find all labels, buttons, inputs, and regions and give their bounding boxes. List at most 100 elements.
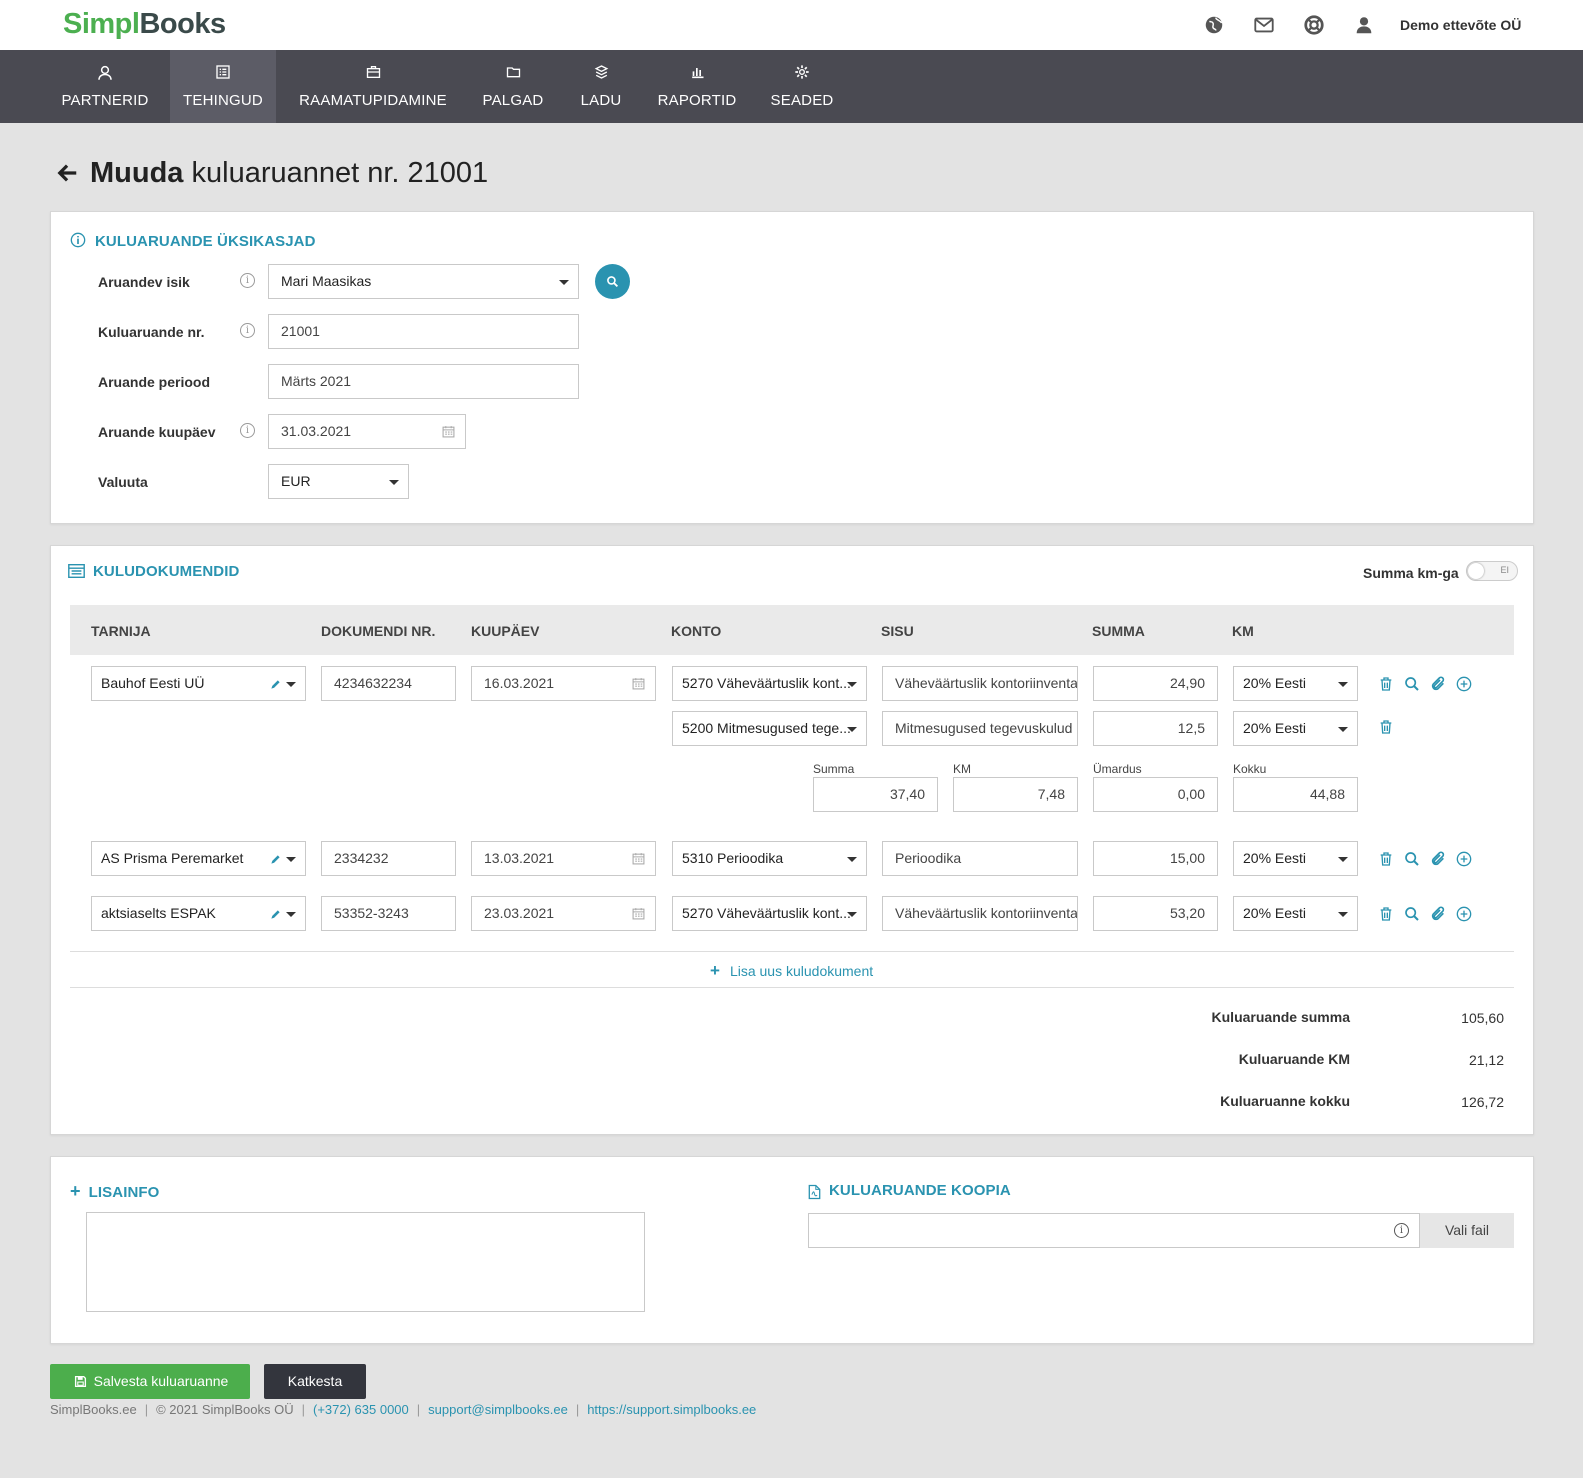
paperclip-icon[interactable] (1430, 851, 1446, 867)
col-sum: SUMMA (1092, 623, 1145, 639)
globe-icon[interactable] (1203, 14, 1225, 36)
content-input[interactable]: Perioodika (882, 841, 1078, 876)
company-name[interactable]: Demo ettevõte OÜ (1400, 17, 1521, 33)
date-value: 31.03.2021 (281, 423, 352, 439)
sum-input[interactable]: 15,00 (1093, 841, 1218, 876)
report-number-input[interactable]: 21001 (268, 314, 579, 349)
footer-support-link[interactable]: https://support.simplbooks.ee (587, 1402, 756, 1417)
vat-select[interactable]: 20% Eesti (1233, 841, 1358, 876)
paperclip-icon[interactable] (1430, 906, 1446, 922)
details-heading: KULUARUANDE ÜKSIKASJAD (95, 233, 316, 250)
add-document-link[interactable]: + Lisa uus kuludokument (710, 961, 873, 981)
plus-icon: + (70, 1181, 81, 1201)
docnr-input[interactable]: 53352-3243 (321, 896, 456, 931)
nav-palgad[interactable]: PALGAD (470, 50, 556, 123)
trash-icon[interactable] (1378, 906, 1394, 922)
footer-phone-link[interactable]: (+372) 635 0000 (313, 1402, 409, 1417)
footer: SimplBooks.ee | © 2021 SimplBooks OÜ | (+372… (50, 1402, 757, 1417)
subtotal-round-input[interactable]: 0,00 (1093, 777, 1218, 812)
date-value: 16.03.2021 (484, 675, 555, 691)
vat-toggle[interactable]: EI (1466, 561, 1518, 581)
sum-input[interactable]: 53,20 (1093, 896, 1218, 931)
file-path-input[interactable]: i (808, 1213, 1420, 1248)
content-input[interactable]: Väheväärtuslik kontoriinventa (882, 666, 1078, 701)
trash-icon[interactable] (1378, 851, 1394, 867)
info-icon[interactable]: i (240, 323, 255, 338)
chevron-down-icon (559, 280, 569, 285)
logo-part1: Simpl (63, 8, 140, 40)
info-icon[interactable]: i (1394, 1223, 1409, 1238)
add-circle-icon[interactable] (1456, 851, 1472, 867)
nav-seaded[interactable]: SEADED (758, 50, 846, 123)
add-circle-icon[interactable] (1456, 906, 1472, 922)
vat-select[interactable]: 20% Eesti (1233, 896, 1358, 931)
search-icon[interactable] (1404, 676, 1420, 692)
supplier-select[interactable]: AS Prisma Peremarket (91, 841, 306, 876)
currency-label: Valuuta (98, 474, 148, 490)
nav-raamatupidamine[interactable]: RAAMATUPIDAMINE (286, 50, 460, 123)
pencil-icon[interactable] (270, 909, 281, 920)
subtotal-sum-field: 37,40 (813, 777, 938, 812)
supplier-select[interactable]: Bauhof Eesti UÜ (91, 666, 306, 701)
doc-date-input[interactable]: 13.03.2021 (471, 841, 656, 876)
search-icon[interactable] (1404, 851, 1420, 867)
total-sum-value: 105,60 (1461, 1010, 1504, 1026)
extra-heading: + LISAINFO (70, 1181, 159, 1202)
trash-icon[interactable] (1378, 676, 1394, 692)
account-select[interactable]: 5270 Väheväärtuslik kont... (672, 896, 867, 931)
nav-partnerid[interactable]: PARTNERID (50, 50, 160, 123)
person-select[interactable]: Mari Maasikas (268, 264, 579, 299)
user-icon[interactable] (1353, 14, 1375, 36)
calendar-icon[interactable] (632, 907, 645, 920)
nav-ladu[interactable]: LADU (566, 50, 636, 123)
doc-date-input[interactable]: 23.03.2021 (471, 896, 656, 931)
account-select[interactable]: 5310 Perioodika (672, 841, 867, 876)
supplier-select[interactable]: aktsiaselts ESPAK (91, 896, 306, 931)
docnr-input[interactable]: 4234632234 (321, 666, 456, 701)
choose-file-button[interactable]: Vali fail (1420, 1213, 1514, 1248)
calendar-icon[interactable] (442, 425, 455, 438)
chevron-down-icon (847, 857, 857, 862)
account-select[interactable]: 5200 Mitmesugused tege... (672, 711, 867, 746)
supplier-value: AS Prisma Peremarket (101, 850, 244, 866)
period-input[interactable]: Märts 2021 (268, 364, 579, 399)
list-icon (216, 65, 230, 79)
account-select[interactable]: 5270 Väheväärtuslik kont... (672, 666, 867, 701)
save-button[interactable]: Salvesta kuluaruanne (50, 1364, 250, 1399)
lifebuoy-icon[interactable] (1303, 14, 1325, 36)
pencil-icon[interactable] (270, 679, 281, 690)
content-input[interactable]: Väheväärtuslik kontoriinventa (882, 896, 1078, 931)
search-icon[interactable] (1404, 906, 1420, 922)
trash-icon[interactable] (1378, 719, 1394, 735)
calendar-icon[interactable] (632, 677, 645, 690)
nav-tehingud[interactable]: TEHINGUD (170, 50, 276, 123)
cancel-button[interactable]: Katkesta (264, 1364, 366, 1399)
content-input[interactable]: Mitmesugused tegevuskulud (882, 711, 1078, 746)
mail-icon[interactable] (1253, 14, 1275, 36)
paperclip-icon[interactable] (1430, 676, 1446, 692)
total-km-value: 21,12 (1468, 1052, 1504, 1068)
calendar-icon[interactable] (632, 852, 645, 865)
pencil-icon[interactable] (270, 854, 281, 865)
search-person-button[interactable] (595, 264, 630, 299)
doc-date-input[interactable]: 16.03.2021 (471, 666, 656, 701)
vat-select[interactable]: 20% Eesti (1233, 666, 1358, 701)
footer-email-link[interactable]: support@simplbooks.ee (428, 1402, 568, 1417)
boxes-icon (594, 65, 608, 79)
sum-input[interactable]: 12,5 (1093, 711, 1218, 746)
nav-raportid[interactable]: RAPORTID (646, 50, 748, 123)
back-arrow-icon[interactable] (57, 162, 79, 184)
currency-select[interactable]: EUR (268, 464, 409, 499)
docnr-input[interactable]: 2334232 (321, 841, 456, 876)
sum-input[interactable]: 24,90 (1093, 666, 1218, 701)
simplbooks-logo[interactable]: SimplBooks (63, 8, 226, 41)
table-header (70, 605, 1514, 655)
total-grand-value: 126,72 (1461, 1094, 1504, 1110)
report-date-input[interactable]: 31.03.2021 (268, 414, 466, 449)
add-circle-icon[interactable] (1456, 676, 1472, 692)
vat-select[interactable]: 20% Eesti (1233, 711, 1358, 746)
info-icon[interactable]: i (240, 423, 255, 438)
title-bold: Muuda (90, 157, 184, 189)
info-icon[interactable]: i (240, 273, 255, 288)
extra-info-textarea[interactable] (86, 1212, 645, 1312)
